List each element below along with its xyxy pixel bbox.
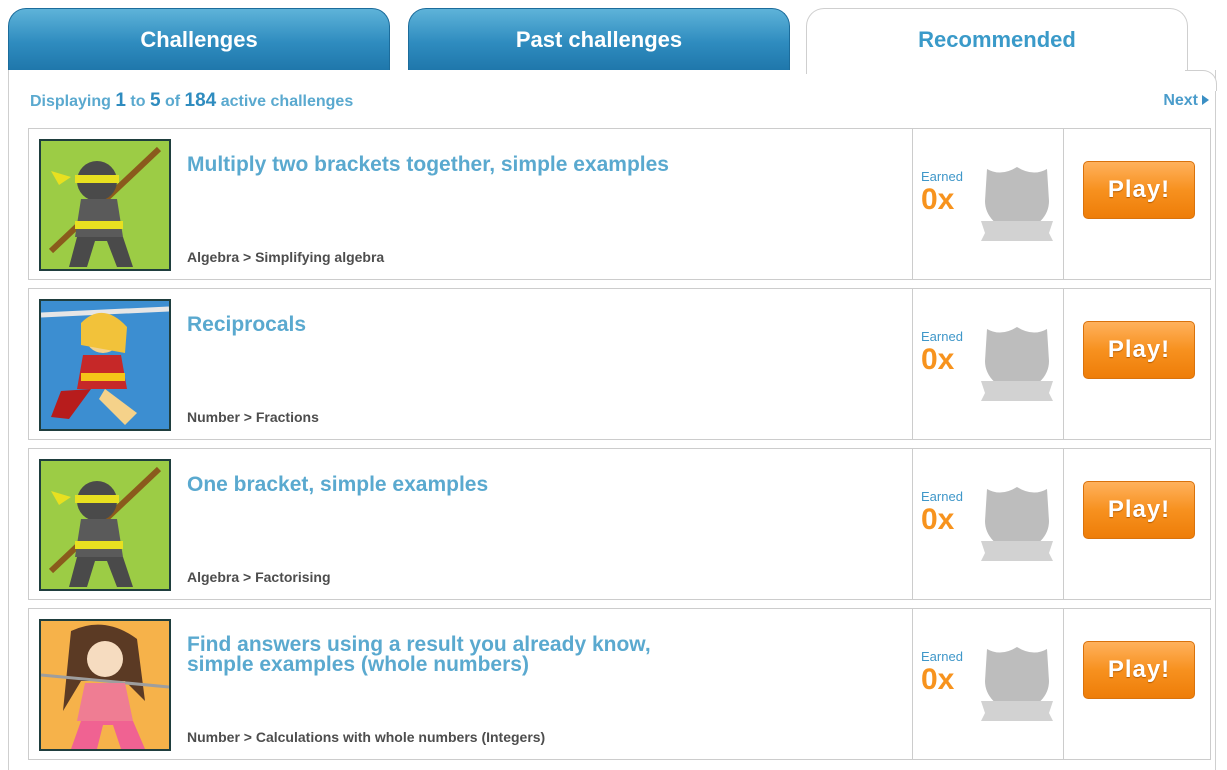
shield-badge-icon: [981, 647, 1053, 721]
earned-count: 0x: [921, 663, 955, 696]
play-button[interactable]: Play!: [1083, 481, 1195, 539]
ninja-icon[interactable]: [39, 139, 171, 271]
challenge-title[interactable]: Find answers using a result you already …: [187, 634, 707, 675]
tab-recommended[interactable]: Recommended: [806, 8, 1188, 74]
next-page-link[interactable]: Next: [1163, 92, 1209, 110]
results-summary: Displaying 1 to 5 of 184 active challeng…: [30, 90, 353, 112]
shield-badge-icon: [981, 487, 1053, 561]
challenge-row: One bracket, simple examples Algebra > F…: [28, 448, 1211, 600]
challenge-row: Multiply two brackets together, simple e…: [28, 128, 1211, 280]
challenge-category: Algebra > Factorising: [187, 569, 331, 585]
summary-prefix: Displaying: [30, 93, 111, 110]
earned-label: Earned: [921, 329, 963, 344]
play-button[interactable]: Play!: [1083, 321, 1195, 379]
earned-cell: Earned 0x: [912, 129, 1064, 279]
challenge-title[interactable]: Reciprocals: [187, 314, 707, 335]
panel-corner: [1185, 70, 1217, 91]
challenge-category: Number > Fractions: [187, 409, 319, 425]
summary-from: 1: [115, 90, 126, 111]
summary-total: 184: [184, 90, 217, 111]
earned-count: 0x: [921, 503, 955, 536]
ninja-icon[interactable]: [39, 459, 171, 591]
tab-bar: Challenges Past challenges Recommended: [0, 0, 1227, 74]
challenge-title[interactable]: Multiply two brackets together, simple e…: [187, 154, 707, 175]
earned-cell: Earned 0x: [912, 289, 1064, 439]
earned-label: Earned: [921, 169, 963, 184]
challenge-category: Algebra > Simplifying algebra: [187, 249, 385, 265]
earned-label: Earned: [921, 489, 963, 504]
challenge-title[interactable]: One bracket, simple examples: [187, 474, 707, 495]
play-button[interactable]: Play!: [1083, 161, 1195, 219]
summary-to-word: to: [130, 93, 146, 110]
earned-cell: Earned 0x: [912, 609, 1064, 759]
tab-challenges[interactable]: Challenges: [8, 8, 390, 70]
chevron-right-icon: [1202, 95, 1209, 105]
earned-cell: Earned 0x: [912, 449, 1064, 599]
summary-suffix: active challenges: [220, 93, 354, 110]
warrior-girl-icon[interactable]: [39, 299, 171, 431]
summary-of-word: of: [164, 93, 181, 110]
earned-count: 0x: [921, 343, 955, 376]
summary-to: 5: [149, 90, 161, 111]
next-label: Next: [1163, 92, 1198, 109]
challenge-row: Reciprocals Number > Fractions Earned 0x…: [28, 288, 1211, 440]
shield-badge-icon: [981, 167, 1053, 241]
challenge-category: Number > Calculations with whole numbers…: [187, 729, 546, 745]
play-button[interactable]: Play!: [1083, 641, 1195, 699]
tab-past-challenges[interactable]: Past challenges: [408, 8, 790, 70]
shield-badge-icon: [981, 327, 1053, 401]
earned-label: Earned: [921, 649, 963, 664]
challenge-row: Find answers using a result you already …: [28, 608, 1211, 760]
earned-count: 0x: [921, 183, 955, 216]
fighter-girl-icon[interactable]: [39, 619, 171, 751]
